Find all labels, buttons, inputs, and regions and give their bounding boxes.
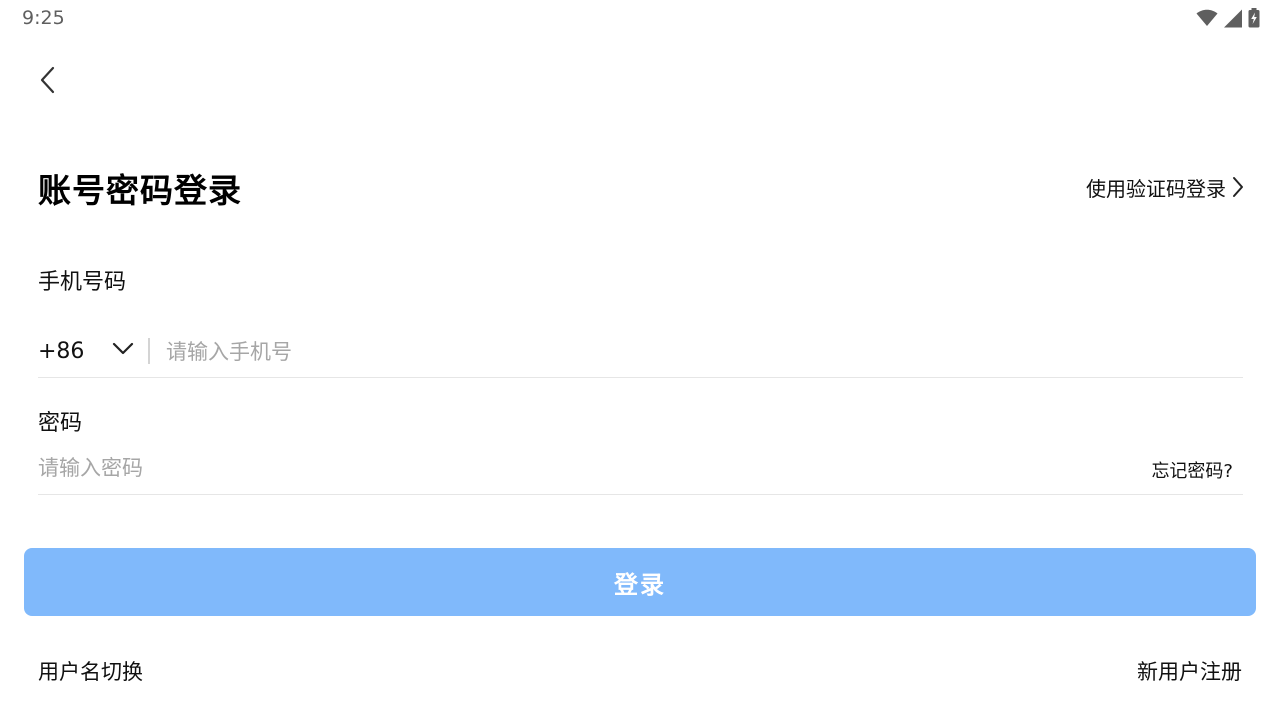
phone-field-row: +86 [38,326,1243,378]
chevron-down-icon[interactable] [112,342,134,356]
back-button[interactable] [28,60,68,100]
page-title: 账号密码登录 [38,171,242,210]
switch-to-code-login-link[interactable]: 使用验证码登录 [1086,172,1244,202]
login-button[interactable]: 登录 [24,548,1256,616]
status-icons [1196,7,1260,29]
phone-divider [148,338,150,364]
phone-input[interactable] [166,334,1226,370]
country-code-value: +86 [38,338,85,364]
chevron-left-icon [40,66,55,94]
phone-label: 手机号码 [38,270,127,295]
password-field-row: 忘记密码? [38,446,1243,495]
battery-charging-icon [1248,8,1260,28]
username-switch-link[interactable]: 用户名切换 [38,656,143,686]
status-bar: 9:25 [0,0,1280,36]
register-link[interactable]: 新用户注册 [1137,656,1242,686]
password-input[interactable] [38,450,1038,486]
login-screen: 9:25 账号密码登录 使用验证码登录 手机号码 +86 请输入手机号 密码 忘… [0,0,1280,720]
password-label: 密码 [38,411,83,436]
status-time: 9:25 [22,7,65,29]
chevron-right-icon [1233,177,1243,197]
country-code-selector[interactable]: +86 [38,326,84,376]
wifi-icon [1196,9,1218,26]
switch-to-code-login-label: 使用验证码登录 [1086,176,1226,201]
forgot-password-link[interactable]: 忘记密码? [1151,457,1233,483]
cellular-signal-icon [1224,9,1242,27]
